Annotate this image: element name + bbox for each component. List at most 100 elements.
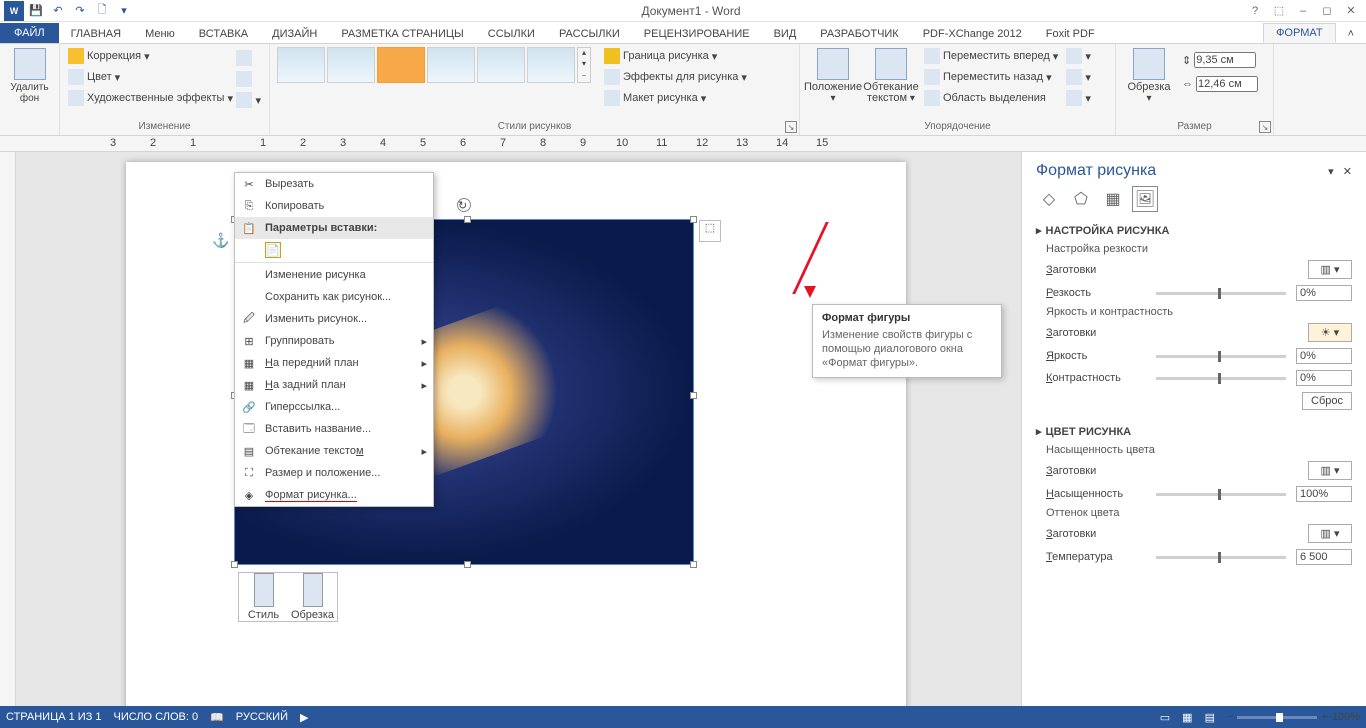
ctx-insert-caption[interactable]: 🗔Вставить название... — [235, 418, 433, 440]
saturation-input[interactable] — [1296, 486, 1352, 502]
tab-pdfxchange[interactable]: PDF-XChange 2012 — [911, 25, 1034, 43]
tab-menu[interactable]: Меню — [133, 25, 187, 43]
height-input[interactable] — [1194, 52, 1256, 68]
compress-button[interactable] — [234, 48, 254, 68]
ribbon-opts-button[interactable]: ⬚ — [1268, 1, 1290, 21]
tab-developer[interactable]: РАЗРАБОТЧИК — [808, 25, 910, 43]
position-button[interactable]: Положение ▾ — [806, 46, 860, 106]
group-button[interactable]: ▾ — [1064, 67, 1093, 87]
ctx-send-back[interactable]: ▦На задний план▸ — [235, 374, 433, 396]
picture-layout-button[interactable]: Макет рисунка▾ — [602, 88, 749, 108]
contrast-slider[interactable] — [1156, 377, 1286, 380]
style-thumb[interactable] — [477, 47, 525, 83]
color-button[interactable]: Цвет▾ — [66, 67, 122, 87]
tab-home[interactable]: ГЛАВНАЯ — [59, 25, 133, 43]
picture-effects-button[interactable]: Эффекты для рисунка▾ — [602, 67, 749, 87]
word-count[interactable]: ЧИСЛО СЛОВ: 0 — [114, 711, 199, 723]
picture-tab-icon[interactable]: 🖼 — [1132, 186, 1158, 212]
ctx-format-picture[interactable]: ◈Формат рисунка... — [235, 484, 433, 506]
ctx-bring-front[interactable]: ▦На передний план▸ — [235, 352, 433, 374]
help-button[interactable]: ? — [1244, 1, 1266, 21]
resize-handle[interactable] — [464, 216, 471, 223]
gallery-down-icon[interactable]: ▾ — [578, 59, 590, 70]
send-backward-button[interactable]: Переместить назад▾ — [922, 67, 1060, 87]
sharpness-input[interactable] — [1296, 285, 1352, 301]
width-input[interactable] — [1196, 76, 1258, 92]
new-doc-button[interactable]: 🗋 — [92, 1, 112, 21]
picture-border-button[interactable]: Граница рисунка▾ — [602, 46, 749, 66]
section-picture-color[interactable]: ▸ЦВЕТ РИСУНКА — [1036, 421, 1352, 442]
section-picture-corrections[interactable]: ▸НАСТРОЙКА РИСУНКА — [1036, 220, 1352, 241]
tab-insert[interactable]: ВСТАВКА — [187, 25, 260, 43]
selection-pane-button[interactable]: Область выделения — [922, 88, 1060, 108]
tab-format[interactable]: ФОРМАТ — [1263, 23, 1336, 43]
proofing-icon[interactable]: 📖 — [210, 711, 224, 724]
resize-handle[interactable] — [464, 561, 471, 568]
tab-foxit[interactable]: Foxit PDF — [1034, 25, 1107, 43]
align-button[interactable]: ▾ — [1064, 46, 1093, 66]
redo-button[interactable]: ↷ — [70, 1, 90, 21]
tab-references[interactable]: ССЫЛКИ — [476, 25, 547, 43]
style-thumb[interactable] — [527, 47, 575, 83]
remove-background-button[interactable]: Удалить фон — [6, 46, 53, 106]
gallery-up-icon[interactable]: ▴ — [578, 48, 590, 59]
resize-handle[interactable] — [690, 561, 697, 568]
bc-presets-combo[interactable]: ☀ ▾ — [1308, 323, 1352, 342]
tab-mailings[interactable]: РАССЫЛКИ — [547, 25, 632, 43]
style-thumb[interactable] — [327, 47, 375, 83]
ctx-cut[interactable]: ✂Вырезать — [235, 173, 433, 195]
zoom-slider[interactable] — [1237, 716, 1317, 719]
mini-style-button[interactable]: Стиль — [239, 573, 288, 621]
rotate-handle[interactable]: ↻ — [457, 198, 471, 212]
tab-file[interactable]: ФАЙЛ — [0, 23, 59, 43]
temperature-input[interactable] — [1296, 549, 1352, 565]
effects-tab-icon[interactable]: ⬠ — [1068, 186, 1094, 212]
bring-forward-button[interactable]: Переместить вперед▾ — [922, 46, 1060, 66]
saturation-slider[interactable] — [1156, 493, 1286, 496]
view-print-icon[interactable]: ▦ — [1182, 711, 1192, 724]
corrections-button[interactable]: Коррекция▾ — [66, 46, 152, 66]
resize-handle[interactable] — [690, 392, 697, 399]
macro-icon[interactable]: ▶ — [300, 711, 308, 724]
mini-crop-button[interactable]: Обрезка — [288, 573, 337, 621]
style-thumb[interactable] — [427, 47, 475, 83]
sharp-presets-combo[interactable]: ▥ ▾ — [1308, 260, 1352, 279]
gallery-more-icon[interactable]: ⎯ — [578, 71, 590, 82]
ctx-size-position[interactable]: ⛶Размер и положение... — [235, 462, 433, 484]
rotate-button[interactable]: ▾ — [1064, 88, 1093, 108]
pane-menu-icon[interactable]: ▾ — [1328, 166, 1334, 178]
maximize-button[interactable]: ◻ — [1316, 1, 1338, 21]
change-pic-button[interactable] — [234, 69, 254, 89]
resize-handle[interactable] — [690, 216, 697, 223]
vertical-ruler[interactable] — [0, 152, 16, 712]
styles-dialog-launcher[interactable]: ↘ — [785, 121, 797, 133]
sat-presets-combo[interactable]: ▥ ▾ — [1308, 461, 1352, 480]
ctx-paste-option[interactable]: 📄 — [235, 239, 433, 261]
wrap-text-button[interactable]: Обтекание текстом ▾ — [864, 46, 918, 106]
minimize-button[interactable]: – — [1292, 1, 1314, 21]
contrast-input[interactable] — [1296, 370, 1352, 386]
tab-layout[interactable]: РАЗМЕТКА СТРАНИЦЫ — [329, 25, 475, 43]
tab-collapse-icon[interactable]: ˄ — [1336, 25, 1366, 43]
tab-view[interactable]: ВИД — [762, 25, 809, 43]
artistic-effects-button[interactable]: Художественные эффекты▾ — [66, 88, 235, 108]
word-icon[interactable]: W — [4, 1, 24, 21]
style-thumb-selected[interactable] — [377, 47, 425, 83]
brightness-input[interactable] — [1296, 348, 1352, 364]
tab-review[interactable]: РЕЦЕНЗИРОВАНИЕ — [632, 25, 762, 43]
ctx-edit-picture[interactable]: 🖉Изменить рисунок... — [235, 308, 433, 330]
zoom-value[interactable]: 100% — [1332, 711, 1360, 723]
ctx-save-as-picture[interactable]: Сохранить как рисунок... — [235, 286, 433, 308]
tab-design[interactable]: ДИЗАЙН — [260, 25, 329, 43]
view-web-icon[interactable]: ▤ — [1205, 711, 1215, 724]
ctx-copy[interactable]: ⎘Копировать — [235, 195, 433, 217]
layout-options-button[interactable]: ⬚ — [699, 220, 721, 242]
page-status[interactable]: СТРАНИЦА 1 ИЗ 1 — [6, 711, 102, 723]
reset-pic-button[interactable]: ▾ — [234, 90, 263, 110]
pane-close-icon[interactable]: ✕ — [1343, 166, 1352, 178]
tone-presets-combo[interactable]: ▥ ▾ — [1308, 524, 1352, 543]
paste-opt-icon[interactable]: 📄 — [265, 242, 281, 258]
close-button[interactable]: ✕ — [1340, 1, 1362, 21]
sharpness-slider[interactable] — [1156, 292, 1286, 295]
save-button[interactable]: 💾 — [26, 1, 46, 21]
